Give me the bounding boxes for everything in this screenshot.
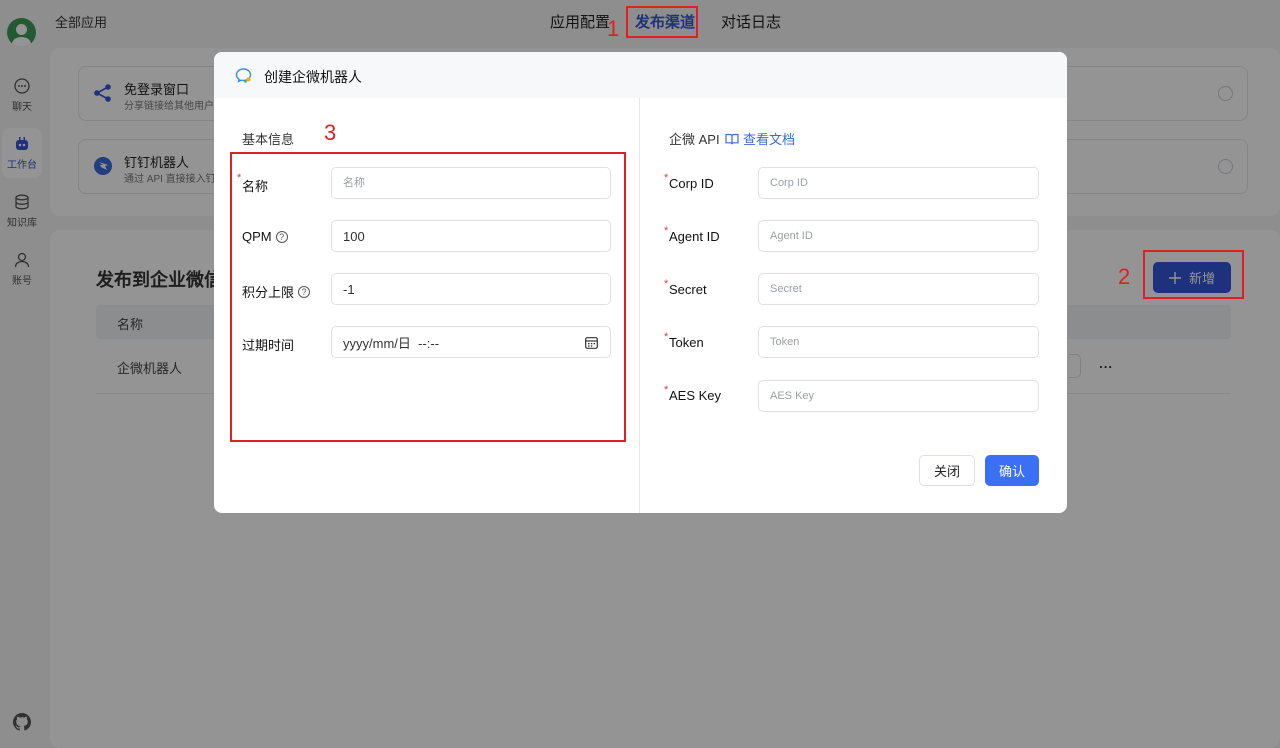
agent-id-label-text: Agent ID [669, 229, 720, 244]
aes-key-label: * AES Key [664, 384, 722, 403]
modal-divider [639, 98, 640, 513]
basic-info-label: 基本信息 [242, 132, 295, 147]
modal-title: 创建企微机器人 [264, 69, 362, 85]
corp-id-label: * Corp ID [664, 172, 714, 191]
modal-header: 创建企微机器人 [214, 52, 1067, 98]
annotation-box-3 [230, 152, 626, 442]
aes-key-input[interactable] [758, 380, 1039, 412]
required-mark: * [664, 278, 669, 290]
secret-label-text: Secret [669, 282, 707, 297]
confirm-button[interactable]: 确认 [985, 455, 1039, 486]
token-label: * Token [664, 331, 704, 350]
agent-id-label: * Agent ID [664, 225, 720, 244]
token-input[interactable] [758, 326, 1039, 358]
book-icon [725, 133, 739, 144]
annotation-number-1: 1 [607, 16, 620, 41]
token-label-text: Token [669, 335, 704, 350]
corp-id-input[interactable] [758, 167, 1039, 199]
aes-key-label-text: AES Key [669, 388, 722, 403]
required-mark: * [664, 225, 669, 237]
annotation-box-1 [626, 6, 698, 38]
required-mark: * [664, 172, 669, 184]
view-docs-link[interactable]: 查看文档 [725, 129, 795, 148]
agent-id-input[interactable] [758, 220, 1039, 252]
close-button[interactable]: 关闭 [919, 455, 975, 486]
corp-id-label-text: Corp ID [669, 176, 714, 191]
required-mark: * [664, 384, 669, 396]
annotation-number-2: 2 [1118, 264, 1131, 289]
annotation-box-2 [1143, 250, 1244, 299]
annotation-number-3: 3 [324, 120, 337, 145]
required-mark: * [664, 331, 669, 343]
secret-label: * Secret [664, 278, 707, 297]
api-section-label: 企微 API [669, 132, 720, 147]
secret-input[interactable] [758, 273, 1039, 305]
wecom-icon [235, 68, 252, 83]
view-docs-label: 查看文档 [743, 132, 796, 147]
